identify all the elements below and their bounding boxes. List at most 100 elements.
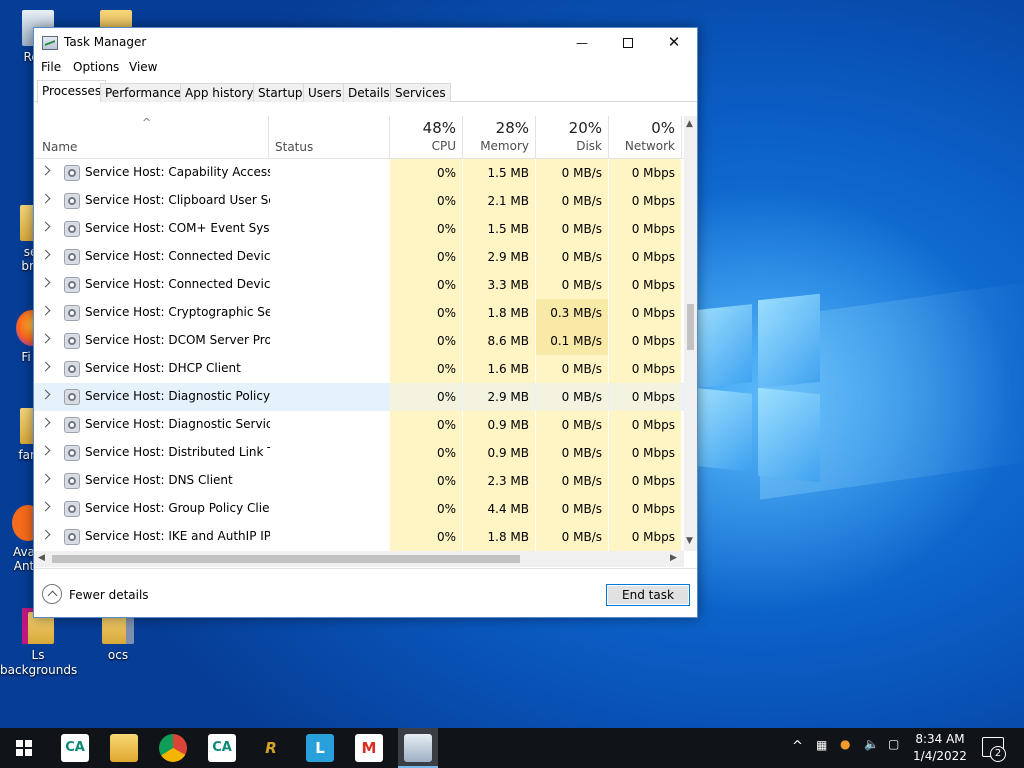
process-cpu: 0% [390,243,462,271]
expand-chevron-icon[interactable] [40,417,51,428]
table-row[interactable]: Service Host: IKE and AuthIP IPs... 0% 1.8… [34,523,684,551]
volume-muted-icon[interactable]: 🔈 [864,737,879,751]
process-name: Service Host: IKE and AuthIP IPs... [85,529,270,543]
title-bar[interactable]: Task Manager — ✕ [34,28,697,58]
expand-chevron-icon[interactable] [40,389,51,400]
horizontal-scroll-thumb[interactable] [52,555,520,563]
scroll-up-icon[interactable]: ▲ [686,119,693,129]
table-row[interactable]: Service Host: Connected Device... 0% 3.3 M… [34,271,684,299]
file-explorer-icon[interactable] [110,734,138,762]
menu-view[interactable]: View [129,60,157,74]
process-network: 0 Mbps [609,271,681,299]
tab-startup[interactable]: Startup [253,83,308,102]
tab-users[interactable]: Users [303,83,347,102]
table-row[interactable]: Service Host: Group Policy Client 0% 4.4 M… [34,495,684,523]
expand-chevron-icon[interactable] [40,249,51,260]
tab-strip: Processes Performance App history Startu… [34,80,697,103]
gmail-icon[interactable]: M [355,734,383,762]
process-network: 0 Mbps [609,243,681,271]
maximize-icon [623,37,633,48]
expand-chevron-icon[interactable] [40,193,51,204]
expand-chevron-icon[interactable] [40,445,51,456]
task-manager-icon [404,734,432,762]
process-memory: 3.3 MB [463,271,535,299]
tab-app-history[interactable]: App history [180,83,259,102]
expand-chevron-icon[interactable] [40,165,51,176]
process-cpu: 0% [390,215,462,243]
tab-performance[interactable]: Performance [100,83,187,102]
close-button[interactable]: ✕ [651,28,697,58]
column-name[interactable]: Name [42,140,77,154]
table-row[interactable]: Service Host: Cryptographic Ser... 0% 1.8 … [34,299,684,327]
process-memory: 2.9 MB [463,383,535,411]
desktop-icon-ls-backgrounds[interactable]: Ls backgrounds [0,608,77,678]
process-cpu: 0% [390,411,462,439]
process-memory: 2.1 MB [463,187,535,215]
table-row[interactable]: Service Host: DNS Client 0% 2.3 MB 0 MB/s 0 … [34,467,684,495]
fewer-details-link[interactable]: Fewer details [69,588,149,602]
table-row[interactable]: Service Host: Diagnostic Policy ... 0% 2.9… [34,383,684,411]
table-row[interactable]: Service Host: Connected Device... 0% 2.9 M… [34,243,684,271]
process-memory: 0.9 MB [463,439,535,467]
process-network: 0 Mbps [609,467,681,495]
tab-services[interactable]: Services [390,83,451,102]
column-network[interactable]: 0% Network [609,116,681,159]
show-hidden-icons-chevron-icon[interactable]: ^ [792,739,803,754]
system-clock[interactable]: 8:34 AM 1/4/2022 [912,731,968,765]
tab-details[interactable]: Details [343,83,395,102]
table-row[interactable]: Service Host: DCOM Server Proc... 0% 8.6 M… [34,327,684,355]
chrome-icon[interactable] [159,734,187,762]
column-memory[interactable]: 28% Memory [463,116,535,159]
service-gear-icon [64,165,80,181]
process-memory: 1.5 MB [463,159,535,187]
vertical-scroll-thumb[interactable] [687,304,694,350]
service-gear-icon [64,389,80,405]
table-row[interactable]: Service Host: COM+ Event Syste... 0%1.5 M… [34,215,684,243]
expand-chevron-icon[interactable] [40,305,51,316]
chevron-up-circle-icon[interactable] [42,584,62,604]
process-name: Service Host: COM+ Event Syste... [85,221,270,235]
table-row[interactable]: Service Host: DHCP Client 0% 1.6 MB 0 MB/s 0… [34,355,684,383]
minimize-button[interactable]: — [559,28,605,58]
table-row[interactable]: Service Host: Distributed Link Tr... 0% 0.… [34,439,684,467]
credit-agricole-icon[interactable]: CA [61,734,89,762]
table-row[interactable]: Service Host: Clipboard User Ser... 0%2.1… [34,187,684,215]
column-disk[interactable]: 20% Disk [536,116,608,159]
expand-chevron-icon[interactable] [40,361,51,372]
footer: Fewer details End task [34,568,697,618]
menu-file[interactable]: File [41,60,61,74]
tab-processes[interactable]: Processes [37,80,107,103]
process-name: Service Host: Capability Access ... [85,165,270,179]
table-row[interactable]: Service Host: Capability Access ... 0% 1.5… [34,159,684,187]
expand-chevron-icon[interactable] [40,333,51,344]
winrar-icon[interactable]: R [257,734,285,762]
horizontal-scrollbar[interactable]: ◀ ▶ [34,551,684,567]
expand-chevron-icon[interactable] [40,277,51,288]
memory-total-percent: 28% [495,119,529,137]
credit-agricole-icon[interactable]: CA [208,734,236,762]
avast-tray-icon[interactable]: ● [840,737,850,751]
expand-chevron-icon[interactable] [40,501,51,512]
network-total-percent: 0% [651,119,675,137]
table-row[interactable]: Service Host: Diagnostic Service... 0%0.9… [34,411,684,439]
scroll-down-icon[interactable]: ▼ [686,536,693,546]
maximize-button[interactable] [605,28,651,58]
expand-chevron-icon[interactable] [40,221,51,232]
start-button[interactable] [16,740,32,756]
column-status[interactable]: Status [275,140,313,154]
security-shield-icon[interactable]: ▦ [816,738,827,752]
column-cpu[interactable]: 48% CPU [390,116,462,159]
service-gear-icon [64,249,80,265]
scroll-right-icon[interactable]: ▶ [670,553,677,563]
scroll-left-icon[interactable]: ◀ [38,553,45,563]
network-icon[interactable]: ▢ [888,737,899,751]
menu-options[interactable]: Options [73,60,119,74]
process-memory: 4.4 MB [463,495,535,523]
expand-chevron-icon[interactable] [40,529,51,540]
l-app-icon[interactable]: L [306,734,334,762]
task-manager-taskbar-button[interactable] [398,728,438,768]
process-disk: 0 MB/s [536,383,608,411]
end-task-button[interactable]: End task [606,584,690,606]
vertical-scrollbar[interactable]: ▲ ▼ [684,116,697,551]
expand-chevron-icon[interactable] [40,473,51,484]
